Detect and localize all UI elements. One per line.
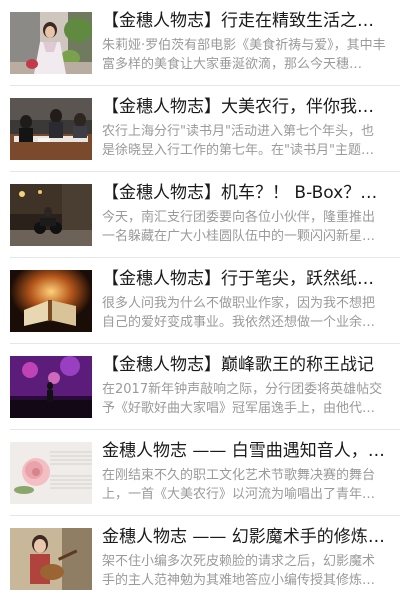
article-title: 金穗人物志 —— 幻影魔术手的修炼秘籍 [102,527,388,547]
list-item[interactable]: 【金穗人物志】巅峰歌王的称王战记 在2017新年钟声敲响之际，分行团委将英雄帖交… [0,344,400,430]
article-summary: 朱莉娅·罗伯茨有部电影《美食祈祷与爱》，其中丰富多样的美食让大家垂涎欲滴，那么今… [102,38,386,72]
article-title: 【金穗人物志】大美农行，伴你我成… [102,97,388,117]
article-summary: 很多人问我为什么不做职业作家，因为我不想把自己的爱好变成事业。我依然还想做一个业… [102,296,376,330]
article-title: 【金穗人物志】行走在精致生活之上… [102,11,388,31]
article-summary: 在刚结束不久的职工文化艺术节歌舞决赛的舞台上，一首《大美农行》以河流为喻唱出了青… [102,468,376,502]
list-item[interactable]: 【金穗人物志】机车？！ B-Box？！ 南… 今天，南汇支行团委要向各位小伙伴，… [0,172,400,258]
article-summary: 架不住小编多次死皮赖脸的请求之后，幻影魔术手的主人范神勉为其难地答应小编传授其修… [102,554,376,588]
article-thumbnail [10,356,92,418]
article-thumbnail [10,184,92,246]
article-summary: 在2017新年钟声敲响之际，分行团委将英雄帖交予《好歌好曲大家唱》冠军届逸手上，… [102,382,383,416]
article-thumbnail [10,98,92,160]
list-item[interactable]: 【金穗人物志】行走在精致生活之上… 朱莉娅·罗伯茨有部电影《美食祈祷与爱》，其中… [0,0,400,86]
article-thumbnail [10,528,92,590]
article-title: 金穗人物志 —— 白雪曲遇知音人，琴… [102,441,388,461]
article-list: 【金穗人物志】行走在精致生活之上… 朱莉娅·罗伯茨有部电影《美食祈祷与爱》，其中… [0,0,400,591]
article-title: 【金穗人物志】机车？！ B-Box？！ 南… [102,183,388,203]
list-item[interactable]: 金穗人物志 —— 白雪曲遇知音人，琴… 在刚结束不久的职工文化艺术节歌舞决赛的舞… [0,430,400,516]
article-title: 【金穗人物志】行于笔尖，跃然纸上… [102,269,388,289]
article-thumbnail [10,442,92,504]
article-summary: 农行上海分行"读书月"活动进入第七个年头，也是徐晓昱入行工作的第七年。在"读书月… [102,124,374,158]
article-title: 【金穗人物志】巅峰歌王的称王战记 [102,355,374,375]
list-item[interactable]: 【金穗人物志】行于笔尖，跃然纸上… 很多人问我为什么不做职业作家，因为我不想把自… [0,258,400,344]
article-summary: 今天，南汇支行团委要向各位小伙伴，隆重推出一名躲藏在广大小桂圆队伍中的一颗闪闪新… [102,210,376,244]
list-item[interactable]: 【金穗人物志】大美农行，伴你我成… 农行上海分行"读书月"活动进入第七个年头，也… [0,86,400,172]
article-thumbnail [10,12,92,74]
list-item[interactable]: 金穗人物志 —— 幻影魔术手的修炼秘籍 架不住小编多次死皮赖脸的请求之后，幻影魔… [0,516,400,602]
article-thumbnail [10,270,92,332]
